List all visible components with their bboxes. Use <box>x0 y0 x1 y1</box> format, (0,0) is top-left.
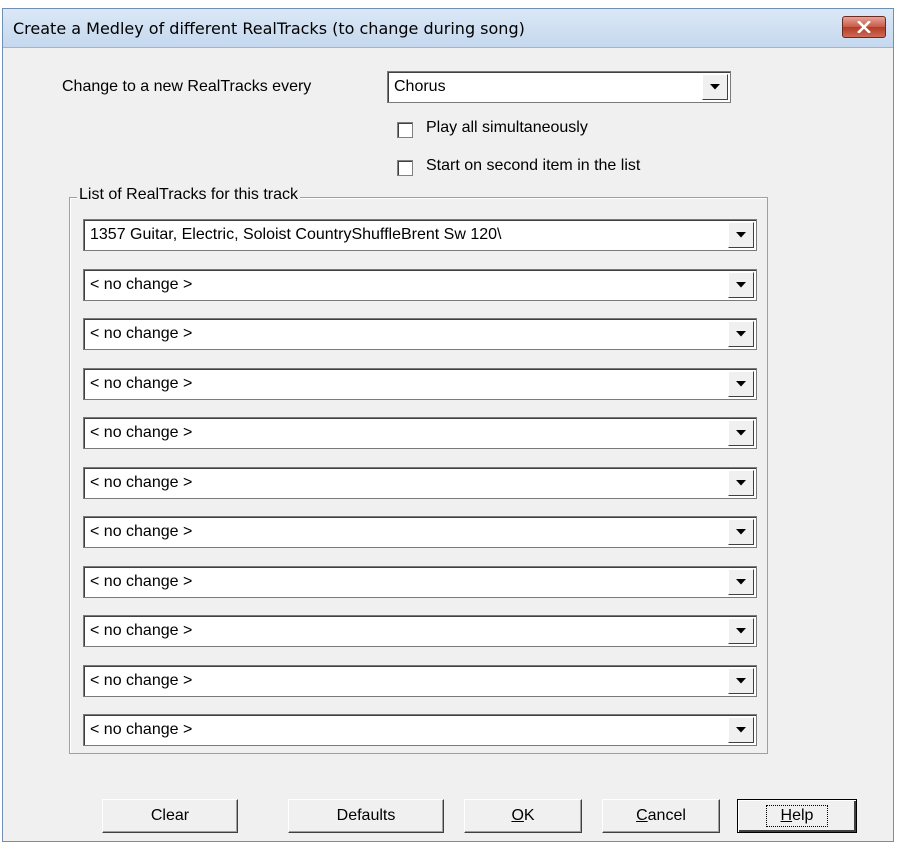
realtrack-dropdown-button[interactable] <box>728 272 754 298</box>
chevron-down-icon <box>736 628 746 634</box>
realtrack-value: < no change > <box>90 573 193 590</box>
realtrack-value: < no change > <box>90 424 193 441</box>
realtrack-value: < no change > <box>90 276 193 293</box>
ok-button-label: OK <box>511 807 535 824</box>
ok-button[interactable]: OK <box>464 799 582 833</box>
cancel-button[interactable]: Cancel <box>602 799 720 833</box>
chevron-down-icon <box>736 232 746 238</box>
dialog-client: Change to a new RealTracks every Chorus … <box>3 48 893 841</box>
realtrack-dropdown-button[interactable] <box>728 519 754 545</box>
realtrack-select[interactable]: < no change > <box>83 318 757 350</box>
defaults-button-label: Defaults <box>336 807 396 824</box>
title-bar: Create a Medley of different RealTracks … <box>3 9 893 48</box>
play-all-label: Play all simultaneously <box>426 119 588 136</box>
close-icon <box>857 21 871 33</box>
change-every-label: Change to a new RealTracks every <box>62 78 312 95</box>
realtrack-select[interactable]: < no change > <box>83 368 757 400</box>
chevron-down-icon <box>736 282 746 288</box>
realtrack-dropdown-button[interactable] <box>728 717 754 743</box>
change-every-dropdown-button[interactable] <box>702 74 728 100</box>
change-every-value: Chorus <box>394 78 446 95</box>
realtrack-value: < no change > <box>90 622 193 639</box>
clear-button-label: Clear <box>150 807 190 824</box>
chevron-down-icon <box>736 579 746 585</box>
chevron-down-icon <box>710 84 720 90</box>
realtrack-value: < no change > <box>90 672 193 689</box>
realtrack-value: < no change > <box>90 721 193 738</box>
realtrack-value: < no change > <box>90 474 193 491</box>
start-second-label: Start on second item in the list <box>426 157 641 174</box>
clear-button[interactable]: Clear <box>102 799 238 833</box>
defaults-button[interactable]: Defaults <box>288 799 444 833</box>
chevron-down-icon <box>736 529 746 535</box>
help-button[interactable]: Help <box>737 799 857 833</box>
realtrack-dropdown-button[interactable] <box>728 420 754 446</box>
realtrack-select[interactable]: < no change > <box>83 417 757 449</box>
realtrack-dropdown-button[interactable] <box>728 618 754 644</box>
realtrack-value: < no change > <box>90 325 193 342</box>
chevron-down-icon <box>736 331 746 337</box>
chevron-down-icon <box>736 430 746 436</box>
dialog-title: Create a Medley of different RealTracks … <box>13 19 525 38</box>
realtrack-dropdown-button[interactable] <box>728 470 754 496</box>
change-every-select[interactable]: Chorus <box>387 71 731 103</box>
chevron-down-icon <box>736 727 746 733</box>
realtrack-select[interactable]: 1357 Guitar, Electric, Soloist CountrySh… <box>83 219 757 251</box>
realtrack-select[interactable]: < no change > <box>83 665 757 697</box>
realtrack-select[interactable]: < no change > <box>83 269 757 301</box>
realtrack-dropdown-button[interactable] <box>728 569 754 595</box>
realtrack-dropdown-button[interactable] <box>728 321 754 347</box>
chevron-down-icon <box>736 678 746 684</box>
realtracks-list-title: List of RealTracks for this track <box>77 186 301 204</box>
realtrack-select[interactable]: < no change > <box>83 566 757 598</box>
realtrack-select[interactable]: < no change > <box>83 516 757 548</box>
cancel-button-label: Cancel <box>636 807 686 824</box>
start-second-checkbox[interactable] <box>397 160 413 176</box>
chevron-down-icon <box>736 480 746 486</box>
close-button[interactable] <box>842 16 886 38</box>
dialog-window: Create a Medley of different RealTracks … <box>2 8 894 842</box>
realtrack-dropdown-button[interactable] <box>728 668 754 694</box>
chevron-down-icon <box>736 381 746 387</box>
realtrack-select[interactable]: < no change > <box>83 467 757 499</box>
play-all-checkbox[interactable] <box>397 122 413 138</box>
realtrack-dropdown-button[interactable] <box>728 371 754 397</box>
realtrack-value: < no change > <box>90 375 193 392</box>
realtrack-value: 1357 Guitar, Electric, Soloist CountrySh… <box>90 226 502 243</box>
realtrack-value: < no change > <box>90 523 193 540</box>
realtrack-dropdown-button[interactable] <box>728 222 754 248</box>
realtrack-select[interactable]: < no change > <box>83 714 757 746</box>
help-button-label: Help <box>765 805 829 827</box>
realtrack-select[interactable]: < no change > <box>83 615 757 647</box>
